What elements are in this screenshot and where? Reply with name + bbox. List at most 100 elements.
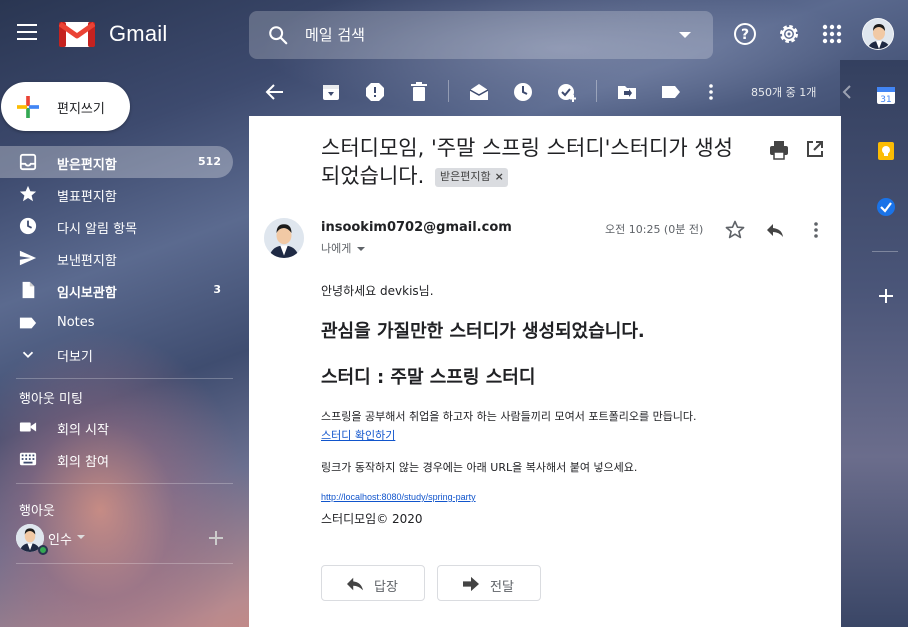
mark-unread-icon[interactable] (469, 82, 489, 102)
hangouts-user[interactable]: 인수 (16, 524, 85, 555)
search-options-icon[interactable] (679, 32, 691, 38)
sidebar-item-label: 회의 참여 (57, 455, 109, 470)
sidebar-item-label: 회의 시작 (57, 423, 109, 438)
reply-icon[interactable] (765, 220, 785, 240)
message-time: 오전 10:25 (0분 전) (605, 223, 704, 236)
inbox-label-chip[interactable]: 받은편지함 × (434, 167, 508, 187)
sidebar-divider (16, 563, 233, 564)
star-outline-icon[interactable] (725, 220, 745, 240)
report-spam-icon[interactable] (365, 82, 385, 102)
add-contact-icon[interactable] (208, 530, 224, 546)
main-menu-icon[interactable] (17, 24, 39, 42)
label-tag-icon[interactable] (661, 82, 681, 102)
message-view: 스터디모임, '주말 스프링 스터디'스터디가 생성되었습니다. 받은편지함 × … (249, 116, 841, 627)
sidebar-item-more[interactable]: 더보기 (0, 338, 233, 370)
message-subject: 스터디모임, '주말 스프링 스터디'스터디가 생성되었습니다. 받은편지함 × (321, 134, 746, 190)
remove-label-icon[interactable]: × (495, 170, 504, 183)
chevron-down-icon (22, 351, 34, 358)
sidebar-item-start-meeting[interactable]: 회의 시작 (0, 411, 233, 443)
sidebar-item-drafts[interactable]: 임시보관함 3 (0, 274, 233, 306)
toolbar-separator (448, 80, 449, 102)
sidebar-item-label: 별표편지함 (57, 190, 117, 205)
more-vert-icon[interactable] (806, 220, 826, 240)
forward-icon (463, 576, 479, 592)
sidebar-divider (16, 483, 233, 484)
search-input[interactable] (305, 23, 665, 47)
snooze-clock-icon[interactable] (513, 82, 533, 102)
back-arrow-icon[interactable] (265, 82, 285, 102)
forward-button-label: 전달 (490, 580, 514, 595)
tasks-check-icon[interactable] (876, 197, 896, 217)
toolbar-separator (596, 80, 597, 102)
hangouts-user-name: 인수 (48, 533, 72, 548)
sidebar-item-snoozed[interactable]: 다시 알림 항목 (0, 210, 233, 242)
calendar-icon[interactable]: 31 (876, 85, 896, 105)
sender-email[interactable]: insookim0702@gmail.com (321, 220, 512, 235)
move-to-folder-icon[interactable] (617, 82, 637, 102)
label-chip-text: 받은편지함 (439, 169, 491, 183)
sidebar-item-label: 보낸편지함 (57, 254, 117, 269)
add-to-tasks-icon[interactable] (557, 82, 577, 102)
print-icon[interactable] (769, 140, 789, 160)
keyboard-icon (19, 452, 37, 466)
pagination-info: 850개 중 1개 (751, 86, 817, 99)
account-avatar[interactable] (862, 18, 894, 50)
trash-icon[interactable] (409, 82, 429, 102)
calendar-day: 31 (880, 95, 891, 105)
recipient-text: 나에게 (321, 242, 352, 255)
search-icon[interactable] (267, 24, 289, 46)
gmail-logo[interactable]: Gmail (59, 20, 167, 47)
reply-icon (347, 577, 363, 591)
reply-button[interactable]: 답장 (321, 565, 425, 601)
body-note: 링크가 동작하지 않는 경우에는 아래 URL을 복사해서 붙여 넣으세요. (321, 461, 638, 474)
gmail-m-icon (59, 21, 95, 47)
prev-page-icon[interactable] (840, 82, 854, 102)
help-icon[interactable]: ? (733, 22, 757, 46)
sidebar-item-join-meeting[interactable]: 회의 참여 (0, 443, 233, 475)
status-caret-icon[interactable] (77, 535, 85, 539)
label-icon (19, 317, 37, 329)
add-addon-icon[interactable] (876, 286, 896, 306)
body-greeting: 안녕하세요 devkis님. (321, 284, 434, 298)
sidebar-item-label: 더보기 (57, 350, 93, 365)
apps-grid-icon[interactable] (820, 22, 844, 46)
hangouts-section-title: 행아웃 (19, 504, 55, 519)
sidebar-item-notes[interactable]: Notes (0, 307, 233, 339)
settings-gear-icon[interactable] (777, 22, 801, 46)
unread-count: 512 (198, 155, 221, 168)
draft-count: 3 (213, 283, 221, 296)
draft-icon (22, 281, 35, 299)
svg-text:?: ? (741, 27, 749, 43)
sender-avatar[interactable] (264, 218, 304, 258)
sidebar-item-starred[interactable]: 별표편지함 (0, 178, 233, 210)
send-icon (19, 250, 37, 266)
study-link[interactable]: 스터디 확인하기 (321, 427, 395, 443)
archive-icon[interactable] (321, 82, 341, 102)
body-headline: 관심을 가질만한 스터디가 생성되었습니다. (321, 321, 645, 342)
sidebar-item-label: 받은편지함 (57, 158, 117, 173)
study-url-link[interactable]: http://localhost:8080/study/spring-party (321, 492, 476, 502)
sidebar-item-inbox[interactable]: 받은편지함 512 (0, 146, 233, 178)
show-details-icon[interactable] (357, 247, 366, 251)
compose-label: 편지쓰기 (57, 102, 105, 117)
keep-bulb-icon[interactable] (876, 141, 896, 161)
sidebar-item-sent[interactable]: 보낸편지함 (0, 242, 233, 274)
sidebar-item-label: Notes (57, 315, 95, 330)
search-bar[interactable] (249, 11, 713, 59)
sidebar-item-label: 다시 알림 항목 (57, 222, 138, 237)
body-study-title: 스터디 : 주말 스프링 스터디 (321, 367, 536, 388)
top-bar: Gmail ? (0, 0, 908, 66)
forward-button[interactable]: 전달 (437, 565, 541, 601)
video-icon (19, 422, 37, 432)
compose-button[interactable]: 편지쓰기 (1, 82, 130, 131)
clock-icon (19, 217, 37, 235)
compose-plus-icon (17, 96, 39, 118)
rail-divider (872, 251, 898, 252)
more-vert-icon[interactable] (701, 82, 721, 102)
body-copyright: 스터디모임© 2020 (321, 512, 423, 526)
open-new-window-icon[interactable] (806, 140, 824, 158)
meet-section-title: 행아웃 미팅 (19, 392, 83, 407)
body-description: 스프링을 공부해서 취업을 하고자 하는 사람들끼리 모여서 포트폴리오를 만듭… (321, 410, 697, 423)
online-status-icon (38, 545, 48, 555)
sidebar-item-label: 임시보관함 (57, 286, 117, 301)
